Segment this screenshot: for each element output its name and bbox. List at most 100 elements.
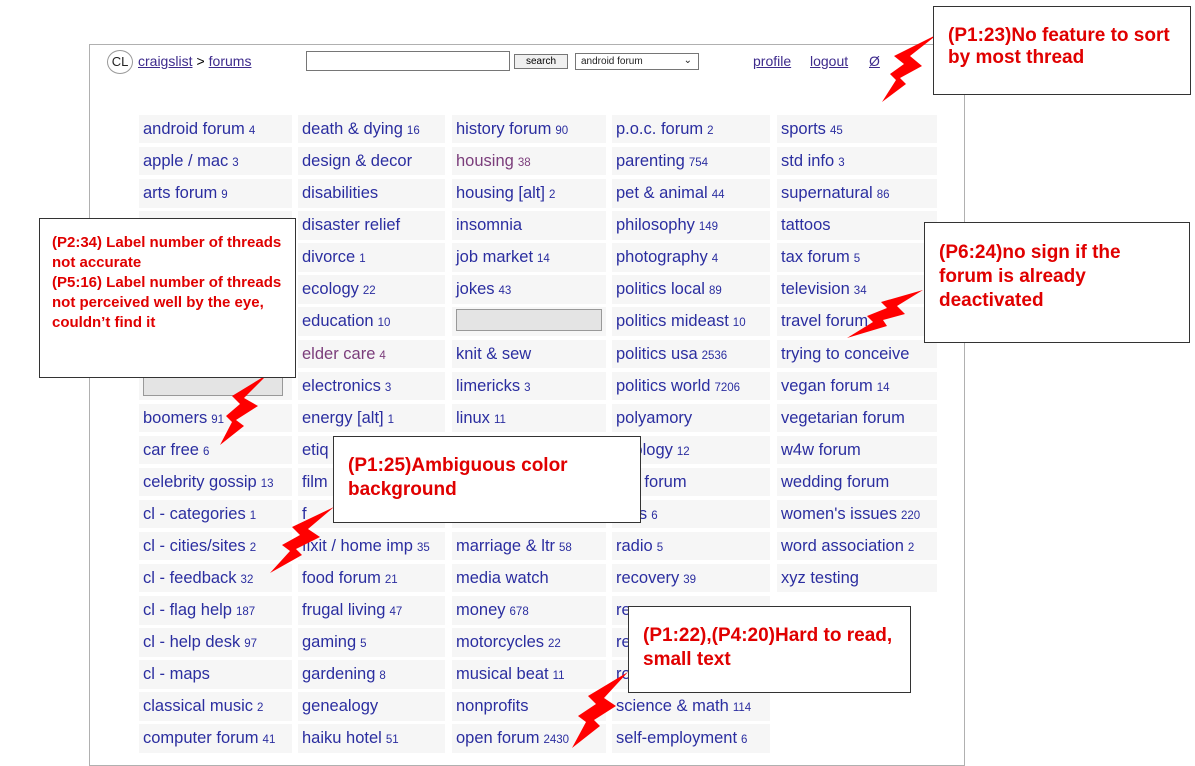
forum-link[interactable]: parenting 754	[612, 147, 770, 176]
annotation-label-count: (P2:34) Label number of threads not accu…	[39, 218, 296, 378]
forum-link[interactable]: supernatural 86	[777, 179, 937, 208]
forum-label: elder care	[302, 344, 376, 363]
forum-link[interactable]: education 10	[298, 307, 445, 336]
forum-link[interactable]: philosophy 149	[612, 211, 770, 240]
forum-link[interactable]: politics world 7206	[612, 371, 770, 401]
forum-link[interactable]: disaster relief	[298, 211, 445, 240]
forums-link[interactable]: forums	[209, 53, 252, 69]
forum-link[interactable]: android forum 4	[139, 115, 292, 144]
forum-link[interactable]: women's issues 220	[777, 499, 937, 529]
thread-count: 2430	[543, 734, 570, 747]
forum-link[interactable]: arts forum 9	[139, 179, 292, 208]
forum-label: disabilities	[302, 184, 379, 203]
forum-link[interactable]: cl - help desk 97	[139, 628, 292, 657]
forum-link[interactable]: disabilities	[298, 179, 445, 208]
search-input[interactable]	[306, 51, 510, 71]
forum-link[interactable]: trying to conceive	[777, 339, 937, 368]
forum-link[interactable]: politics mideast 10	[612, 307, 770, 336]
forum-link[interactable]: design & decor	[298, 147, 445, 176]
forum-link[interactable]: recovery 39	[612, 564, 770, 593]
forum-link[interactable]: divorce 1	[298, 243, 445, 272]
thread-count: 11	[493, 413, 506, 426]
forum-label: recovery	[616, 569, 680, 588]
forum-link[interactable]: linux 11	[452, 403, 606, 433]
null-link[interactable]: Ø	[869, 53, 880, 69]
forum-link[interactable]: electronics 3	[298, 371, 445, 401]
search-button[interactable]: search	[514, 54, 568, 69]
forum-label: parenting	[616, 152, 685, 171]
forum-link[interactable]: knit & sew	[452, 339, 606, 368]
forum-link[interactable]: tattoos	[777, 211, 937, 240]
forum-link[interactable]: tax forum 5	[777, 243, 937, 272]
thread-count: 3	[838, 157, 845, 170]
forum-link[interactable]: self-employment 6	[612, 724, 770, 753]
forum-link[interactable]: classical music 2	[139, 692, 292, 721]
forum-link[interactable]: xyz testing	[777, 564, 937, 593]
forum-link[interactable]: std info 3	[777, 147, 937, 176]
highlight-box	[456, 309, 602, 332]
forum-link[interactable]: pet & animal 44	[612, 179, 770, 208]
forum-link[interactable]: photography 4	[612, 243, 770, 272]
forum-link[interactable]: sports 45	[777, 115, 937, 144]
forum-label: limericks	[456, 376, 521, 395]
forum-link[interactable]: death & dying 16	[298, 115, 445, 144]
forum-link[interactable]: limericks 3	[452, 371, 606, 401]
thread-count: 97	[244, 638, 258, 651]
forum-link[interactable]: haiku hotel 51	[298, 724, 445, 753]
forum-label: education	[302, 312, 374, 331]
forum-link[interactable]: energy [alt] 1	[298, 403, 445, 433]
forum-link[interactable]: word association 2	[777, 532, 937, 561]
forum-blank-cell	[777, 724, 937, 752]
forum-link[interactable]: cl - flag help 187	[139, 596, 292, 625]
cl-logo-icon[interactable]: CL	[107, 50, 133, 74]
forum-link[interactable]: polyamory	[612, 403, 770, 433]
logout-link[interactable]: logout	[810, 53, 848, 69]
thread-count: 114	[732, 702, 752, 715]
thread-count: 32	[240, 574, 254, 587]
forum-select[interactable]: android forum ⌄	[575, 53, 699, 70]
craigslist-link[interactable]: craigslist	[138, 53, 192, 69]
thread-count: 220	[900, 509, 921, 522]
forum-link[interactable]: w4w forum	[777, 435, 937, 465]
thread-count: 4	[248, 125, 256, 137]
forum-select-value: android forum	[581, 56, 643, 67]
forum-link[interactable]: motorcycles 22	[452, 628, 606, 657]
forum-link[interactable]: cl - maps	[139, 660, 292, 689]
forum-link[interactable]: radio 5	[612, 532, 770, 561]
forum-link[interactable]: jokes 43	[452, 275, 606, 304]
forum-label: insomnia	[456, 216, 523, 235]
forum-link[interactable]: media watch	[452, 564, 606, 593]
profile-link[interactable]: profile	[753, 53, 791, 69]
forum-link[interactable]: politics usa 2536	[612, 339, 770, 368]
forum-label: motorcycles	[456, 633, 545, 652]
forum-link[interactable]: money 678	[452, 596, 606, 625]
forum-link[interactable]: gaming 5	[298, 628, 445, 657]
forum-link[interactable]: history forum 90	[452, 115, 606, 144]
forum-link[interactable]: vegetarian forum	[777, 403, 937, 433]
thread-count: 41	[262, 734, 276, 747]
forum-link[interactable]: insomnia	[452, 211, 606, 240]
forum-link[interactable]: genealogy	[298, 692, 445, 721]
forum-link[interactable]: wedding forum	[777, 467, 937, 497]
forum-link[interactable]: elder care 4	[298, 339, 445, 368]
forum-link[interactable]: vegan forum 14	[777, 371, 937, 401]
forum-link[interactable]: science & math 114	[612, 692, 770, 721]
forum-link[interactable]: marriage & ltr 58	[452, 532, 606, 561]
forum-label: energy [alt]	[302, 408, 384, 427]
forum-link[interactable]: frugal living 47	[298, 596, 445, 625]
forum-link[interactable]: p.o.c. forum 2	[612, 115, 770, 144]
forum-label: trying to conceive	[781, 344, 910, 363]
forum-link[interactable]: housing [alt] 2	[452, 179, 606, 208]
forum-link[interactable]: gardening 8	[298, 660, 445, 689]
forum-link[interactable]: ecology 22	[298, 275, 445, 304]
forum-link[interactable]: job market 14	[452, 243, 606, 272]
forum-link[interactable]: celebrity gossip 13	[139, 467, 292, 497]
breadcrumb-separator: >	[196, 53, 205, 69]
forum-label: photography	[616, 248, 708, 267]
forum-label: design & decor	[302, 152, 413, 171]
forum-label: philosophy	[616, 216, 695, 235]
forum-link[interactable]: politics local 89	[612, 275, 770, 304]
forum-link[interactable]: computer forum 41	[139, 724, 292, 753]
forum-link[interactable]: housing 38	[452, 147, 606, 176]
forum-link[interactable]: apple / mac 3	[139, 147, 292, 176]
